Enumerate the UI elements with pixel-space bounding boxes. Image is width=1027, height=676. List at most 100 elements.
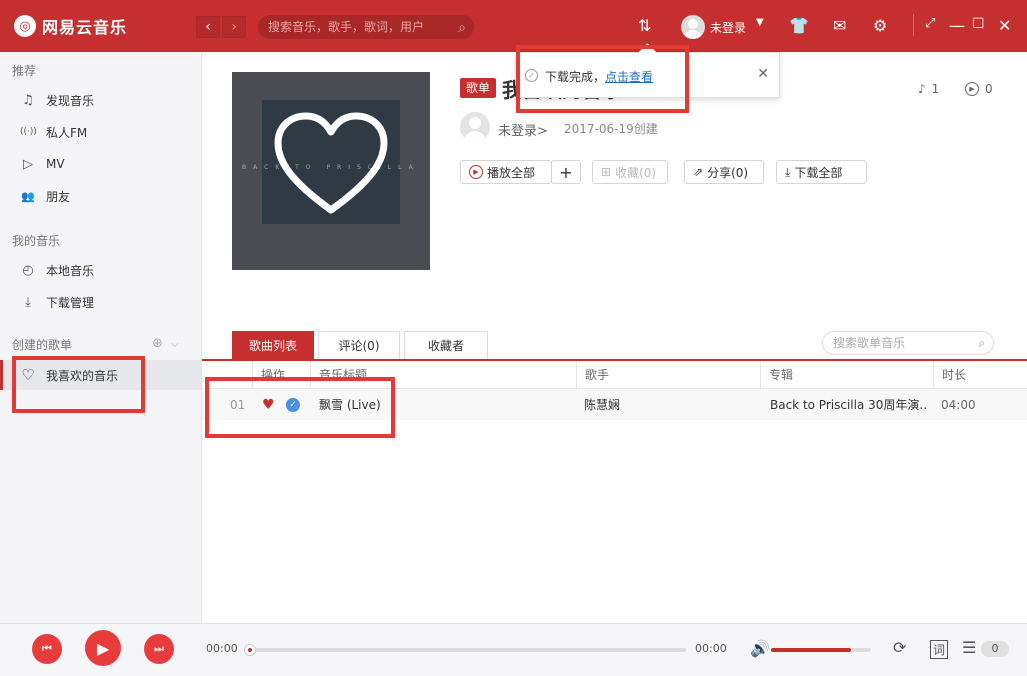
heart-outline-icon: ♡ [20, 366, 36, 384]
video-icon: ▷ [20, 157, 36, 172]
radio-icon: ((·)) [20, 127, 36, 137]
folder-add-icon: ⊞ [601, 165, 611, 179]
player-bar: ⏮ ▶ ⏭ 00:00 00:00 🔊 ⟳ 词 ☰ 0 [0, 623, 1027, 676]
playlist-tabs: 歌曲列表 评论(0) 收藏者 [232, 331, 492, 359]
share-button[interactable]: ⇗ 分享(0) [684, 160, 764, 184]
playlist-search-input[interactable]: 搜索歌单音乐 ⌕ [822, 331, 994, 355]
forward-button[interactable]: › [222, 16, 246, 38]
col-album[interactable]: 专辑 [760, 361, 932, 389]
volume-fill [771, 648, 851, 652]
close-icon[interactable]: ✕ [757, 66, 769, 82]
search-icon[interactable]: ⌕ [458, 16, 466, 40]
playlist-cover[interactable]: BACK TO PRISCILLA [232, 72, 430, 270]
toast-text: 下载完成， [545, 70, 605, 84]
play-count: ▶ 0 [965, 82, 993, 96]
app-logo[interactable]: ◎ 网易云音乐 [14, 14, 127, 38]
collect-label: 收藏(0) [615, 164, 656, 181]
col-artist[interactable]: 歌手 [576, 361, 760, 389]
creator-name[interactable]: 未登录> [498, 120, 548, 139]
song-duration: 04:00 [941, 390, 976, 420]
song-count-value: 1 [932, 82, 940, 96]
prev-track-icon[interactable]: ⏮ [32, 634, 62, 664]
collect-button[interactable]: ⊞ 收藏(0) [592, 160, 668, 184]
volume-slider[interactable] [771, 648, 871, 652]
close-icon[interactable]: ✕ [998, 16, 1011, 35]
song-album[interactable]: Back to Priscilla 30周年演... [770, 390, 928, 420]
disc-icon: ◴ [20, 263, 36, 278]
song-artist[interactable]: 陈慧娴 [584, 390, 620, 420]
row-index: 01 [230, 390, 245, 420]
play-count-value: 0 [985, 82, 993, 96]
friends-icon: 👥 [20, 190, 36, 203]
share-icon: ⇗ [693, 165, 703, 179]
download-all-button[interactable]: ⤓ 下载全部 [776, 160, 867, 184]
sidebar-item-downloads[interactable]: ⤓ 下载管理 [0, 287, 201, 317]
play-circle-icon: ▶ [965, 82, 979, 96]
maximize-icon[interactable]: ☐ [972, 16, 985, 32]
minimize-icon[interactable]: — [949, 16, 965, 35]
global-search-input[interactable]: 搜索音乐，歌手，歌词，用户 ⌕ [258, 15, 474, 39]
play-all-button[interactable]: ▶ 播放全部 [460, 160, 552, 184]
toast-view-link[interactable]: 点击查看 [605, 70, 653, 84]
song-title[interactable]: 飘雪 (Live) [319, 390, 381, 420]
section-my-music: 我的音乐 [12, 232, 60, 249]
netease-logo-icon: ◎ [14, 15, 36, 37]
chevron-down-icon[interactable]: ▼ [756, 17, 764, 28]
mail-icon[interactable]: ✉ [833, 16, 846, 35]
login-label[interactable]: 未登录 [710, 19, 746, 36]
add-playlist-icon[interactable]: ⊕ [152, 336, 163, 351]
sidebar-item-mv[interactable]: ▷ MV [0, 149, 201, 179]
song-count: ♪ 1 [918, 82, 939, 96]
total-time: 00:00 [695, 642, 727, 655]
search-icon[interactable]: ⌕ [978, 332, 985, 354]
progress-knob[interactable] [244, 644, 256, 656]
back-button[interactable]: ‹ [196, 16, 220, 38]
sidebar-item-discover[interactable]: ♫ 发现音乐 [0, 85, 201, 115]
chevron-down-icon[interactable]: ⌵ [171, 339, 179, 350]
download-icon: ⤓ [785, 165, 790, 180]
play-icon: ▶ [469, 165, 483, 179]
sidebar-item-liked-music[interactable]: ♡ 我喜欢的音乐 [0, 360, 201, 390]
playlist-search-placeholder: 搜索歌单音乐 [833, 336, 905, 350]
gear-icon[interactable]: ⚙ [873, 16, 887, 35]
next-track-icon[interactable]: ⏭ [144, 634, 174, 664]
heart-filled-icon[interactable]: ♥ [262, 390, 275, 420]
col-ops: 操作 [252, 361, 310, 389]
loop-icon[interactable]: ⟳ [893, 638, 906, 657]
col-duration[interactable]: 时长 [933, 361, 1027, 389]
lyrics-button[interactable]: 词 [930, 640, 948, 659]
downloaded-check-icon: ✓ [286, 398, 300, 412]
table-row[interactable]: 01 ♥ ✓ 飘雪 (Live) 陈慧娴 Back to Priscilla 3… [202, 390, 1027, 420]
progress-bar[interactable] [248, 648, 686, 652]
search-placeholder: 搜索音乐，歌手，歌词，用户 [268, 20, 424, 34]
playlist-queue-icon[interactable]: ☰ [962, 638, 976, 657]
col-title[interactable]: 音乐标题 [310, 361, 576, 389]
playlist-tag: 歌单 [460, 78, 496, 98]
sidebar-item-friends[interactable]: 👥 朋友 [0, 181, 201, 211]
sidebar-item-label: 下载管理 [46, 294, 94, 311]
toast-message: 下载完成，点击查看 [545, 68, 653, 85]
section-recommend: 推荐 [12, 62, 36, 79]
play-all-label: 播放全部 [487, 164, 535, 181]
skin-icon[interactable]: 👕 [789, 16, 809, 35]
sidebar-item-label: 私人FM [46, 124, 87, 141]
check-circle-icon: ✓ [525, 69, 538, 82]
sync-icon[interactable]: ⇅ [638, 16, 651, 35]
add-to-queue-button[interactable]: + [551, 160, 581, 184]
tab-comments[interactable]: 评论(0) [318, 331, 400, 359]
tab-song-list[interactable]: 歌曲列表 [232, 331, 314, 359]
volume-icon[interactable]: 🔊 [750, 639, 770, 658]
mini-mode-icon[interactable]: ⤢ [925, 16, 935, 31]
creator-avatar[interactable] [460, 112, 490, 142]
tab-subscribers[interactable]: 收藏者 [404, 331, 488, 359]
sidebar-item-label: 朋友 [46, 188, 70, 205]
create-date: 2017-06-19创建 [564, 120, 658, 137]
download-all-label: 下载全部 [794, 164, 842, 181]
play-button[interactable]: ▶ [85, 630, 121, 666]
user-avatar[interactable] [681, 15, 705, 39]
sidebar: 推荐 ♫ 发现音乐 ((·)) 私人FM ▷ MV 👥 朋友 我的音乐 ◴ 本地… [0, 52, 202, 623]
current-time: 00:00 [206, 642, 238, 655]
share-label: 分享(0) [707, 164, 748, 181]
sidebar-item-local-music[interactable]: ◴ 本地音乐 [0, 255, 201, 285]
sidebar-item-fm[interactable]: ((·)) 私人FM [0, 117, 201, 147]
